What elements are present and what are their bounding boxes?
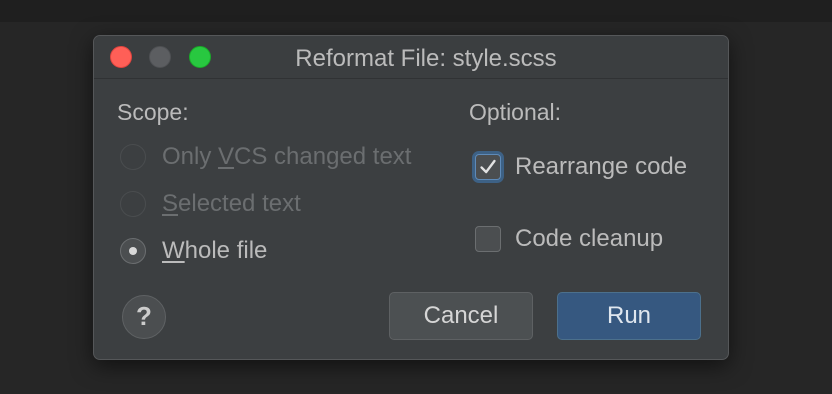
radio-selected-text[interactable]: Selected text: [120, 189, 301, 219]
title-bar: Reformat File: style.scss: [94, 36, 728, 79]
radio-label: Whole file: [162, 237, 268, 264]
run-button[interactable]: Run: [557, 292, 701, 340]
dialog-title: Reformat File: style.scss: [295, 45, 557, 72]
scope-label: Scope:: [117, 99, 189, 125]
help-button[interactable]: ?: [122, 295, 166, 339]
checkmark-icon: [480, 159, 496, 174]
radio-button[interactable]: [120, 144, 146, 170]
reformat-file-dialog: Reformat File: style.scss Scope: Only VC…: [93, 35, 729, 360]
optional-label: Optional:: [469, 99, 562, 125]
rearrange-code-checkbox[interactable]: [475, 154, 501, 180]
rearrange-code-label: Rearrange code: [515, 153, 688, 180]
radio-button-selected[interactable]: [120, 238, 146, 264]
code-cleanup-label: Code cleanup: [515, 225, 664, 252]
radio-button[interactable]: [120, 191, 146, 217]
radio-label: Only VCS changed text: [162, 143, 412, 170]
cancel-button[interactable]: Cancel: [389, 292, 533, 340]
code-cleanup-checkbox[interactable]: [475, 226, 501, 252]
radio-label: Selected text: [162, 190, 301, 217]
rearrange-code-option[interactable]: Rearrange code: [475, 150, 687, 184]
radio-only-vcs-changed-text[interactable]: Only VCS changed text: [120, 142, 411, 172]
radio-whole-file[interactable]: Whole file: [120, 236, 267, 266]
radio-selected-dot: [129, 247, 137, 255]
code-cleanup-option[interactable]: Code cleanup: [475, 222, 663, 256]
background-top-strip: [0, 0, 832, 22]
